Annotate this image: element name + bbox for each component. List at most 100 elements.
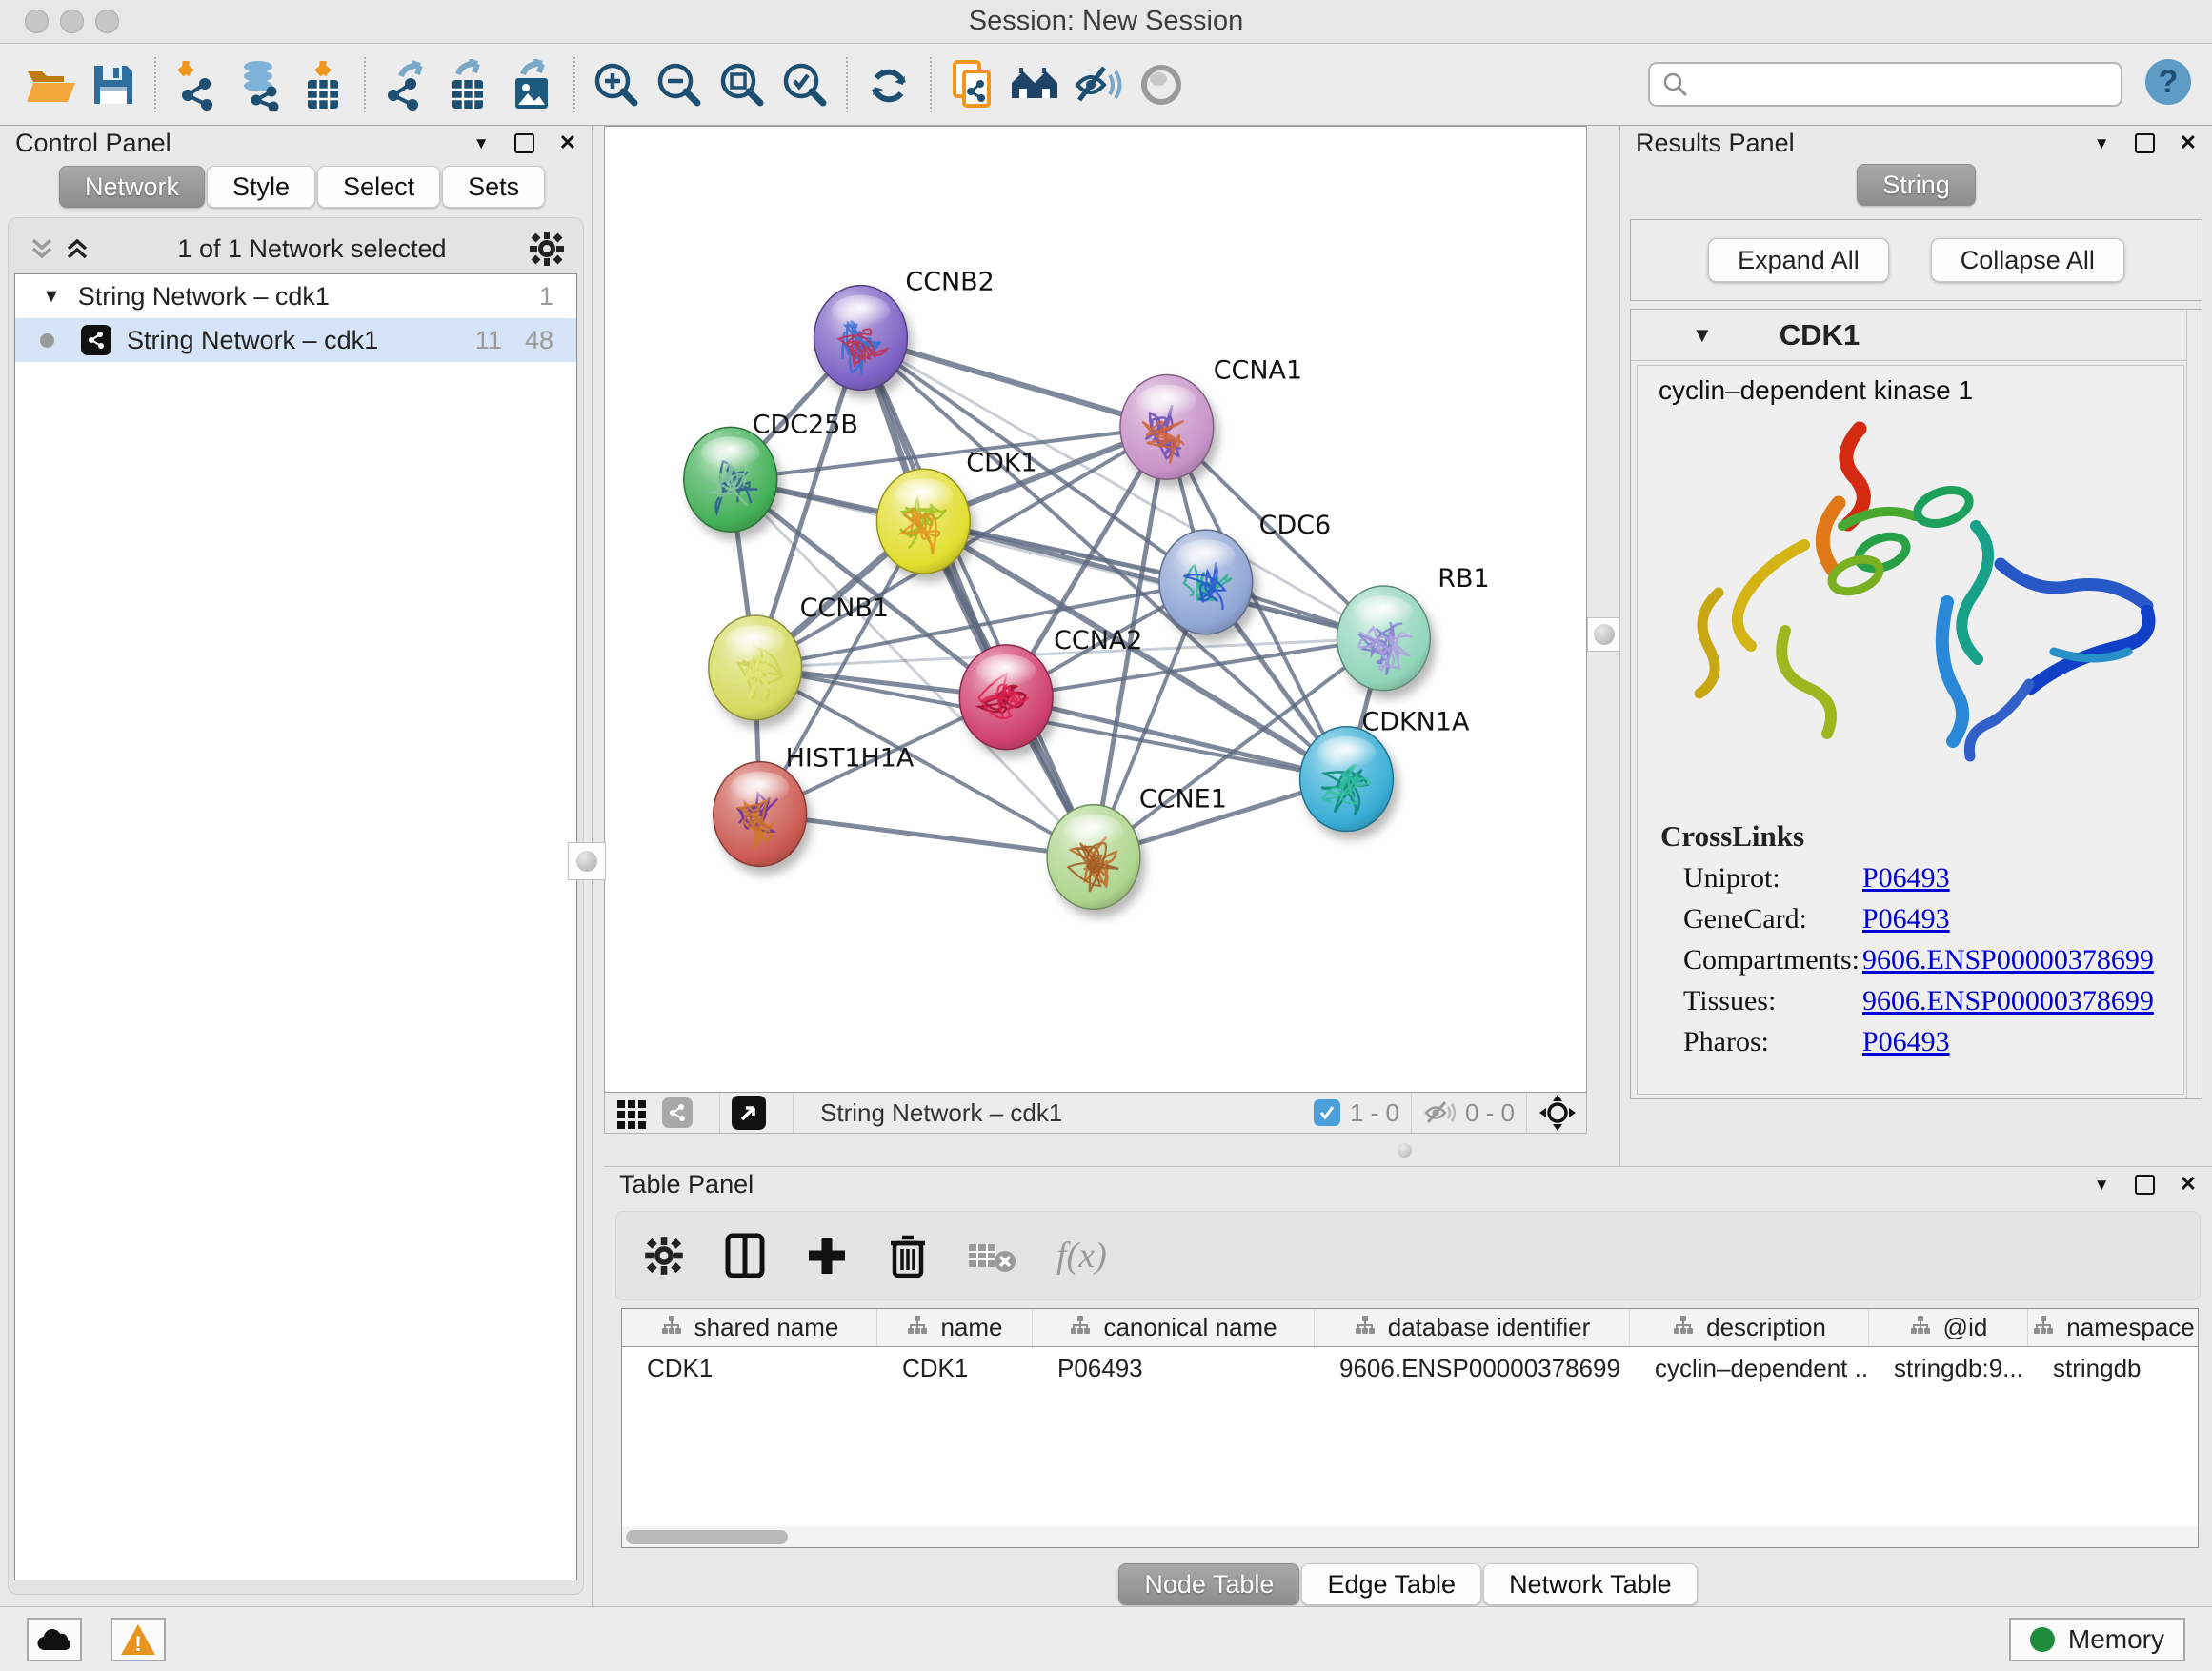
network-node-ccnb1[interactable]: CCNB1 bbox=[709, 594, 889, 720]
column-header[interactable]: canonical name bbox=[1033, 1309, 1315, 1346]
scrollbar-thumb[interactable] bbox=[626, 1530, 788, 1544]
network-node-cdkn1a[interactable]: CDKN1A bbox=[1300, 708, 1470, 832]
panel-close-icon[interactable]: ✕ bbox=[2180, 1174, 2197, 1195]
search-field[interactable] bbox=[1648, 62, 2122, 107]
column-header[interactable]: shared name bbox=[622, 1309, 877, 1346]
table-cell[interactable]: P06493 bbox=[1033, 1354, 1315, 1383]
zoom-out-button[interactable] bbox=[648, 51, 711, 118]
memory-button[interactable]: Memory bbox=[2009, 1618, 2185, 1661]
network-canvas[interactable]: CCNB2CCNA1CDC25BCDK1CDC6RB1CCNB1CCNA2CDK… bbox=[604, 126, 1587, 1093]
table-cell[interactable]: 9606.ENSP00000378699 bbox=[1315, 1354, 1630, 1383]
column-header[interactable]: database identifier bbox=[1315, 1309, 1630, 1346]
expand-all-button[interactable]: Expand All bbox=[1708, 238, 1889, 282]
hidden-eye-icon[interactable] bbox=[1423, 1099, 1456, 1126]
add-column-plus-icon[interactable] bbox=[805, 1234, 849, 1278]
search-input[interactable] bbox=[1699, 70, 2109, 99]
hide-panel-button[interactable] bbox=[1067, 51, 1130, 118]
open-in-new-window-icon[interactable] bbox=[732, 1096, 766, 1130]
tab-sets[interactable]: Sets bbox=[442, 166, 545, 208]
network-edge[interactable] bbox=[860, 338, 1094, 857]
bottom-splitter-handle[interactable] bbox=[1398, 1143, 1412, 1158]
table-cell[interactable]: cyclin–dependent ... bbox=[1630, 1354, 1869, 1383]
crosslink-link[interactable]: 9606.ENSP00000378699 bbox=[1862, 944, 2154, 976]
panel-float-icon[interactable] bbox=[2135, 1175, 2155, 1195]
selected-checkbox-icon[interactable] bbox=[1314, 1099, 1340, 1126]
import-database-button[interactable] bbox=[229, 51, 292, 118]
network-node-ccna1[interactable]: CCNA1 bbox=[1120, 355, 1302, 479]
panel-close-icon[interactable]: ✕ bbox=[2180, 132, 2197, 153]
tab-node-table[interactable]: Node Table bbox=[1118, 1563, 1299, 1605]
maximize-window-button[interactable] bbox=[95, 10, 119, 33]
open-session-button[interactable] bbox=[19, 51, 82, 118]
network-node-ccne1[interactable]: CCNE1 bbox=[1047, 785, 1227, 910]
tab-network[interactable]: Network bbox=[59, 166, 205, 208]
tab-style[interactable]: Style bbox=[207, 166, 315, 208]
crosslink-link[interactable]: 9606.ENSP00000378699 bbox=[1862, 985, 2154, 1017]
crosslink-link[interactable]: P06493 bbox=[1862, 1026, 1950, 1058]
show-all-networks-button[interactable] bbox=[1004, 51, 1067, 118]
network-edge[interactable] bbox=[860, 338, 1166, 428]
zoom-in-button[interactable] bbox=[585, 51, 648, 118]
panel-float-icon[interactable] bbox=[514, 133, 534, 153]
minimize-window-button[interactable] bbox=[60, 10, 84, 33]
function-builder-button[interactable]: f(x) bbox=[1056, 1235, 1107, 1277]
import-table-button[interactable] bbox=[292, 51, 354, 118]
fit-crosshair-icon[interactable] bbox=[1538, 1094, 1577, 1132]
column-header[interactable]: description bbox=[1630, 1309, 1869, 1346]
right-splitter-handle[interactable] bbox=[1587, 617, 1621, 652]
export-network-button[interactable] bbox=[375, 51, 438, 118]
network-edge[interactable] bbox=[760, 815, 1094, 857]
panel-collapse-icon[interactable]: ▼ bbox=[473, 135, 490, 151]
panel-close-icon[interactable]: ✕ bbox=[559, 132, 576, 153]
column-header[interactable]: @id bbox=[1869, 1309, 2028, 1346]
gene-section-header[interactable]: ▼ CDK1 bbox=[1631, 310, 2202, 361]
show-columns-icon[interactable] bbox=[723, 1232, 767, 1279]
copy-style-button[interactable] bbox=[941, 51, 1004, 118]
delete-trash-icon[interactable] bbox=[887, 1232, 929, 1279]
cloud-status-button[interactable] bbox=[27, 1618, 82, 1661]
apply-layout-button[interactable] bbox=[857, 51, 920, 118]
help-button[interactable]: ? bbox=[2143, 57, 2193, 111]
section-caret-icon[interactable]: ▼ bbox=[1692, 323, 1713, 348]
import-network-button[interactable] bbox=[166, 51, 229, 118]
tab-string[interactable]: String bbox=[1857, 164, 1976, 206]
table-cell[interactable]: CDK1 bbox=[622, 1354, 877, 1383]
tab-network-table[interactable]: Network Table bbox=[1483, 1563, 1698, 1605]
birdseye-grid-icon[interactable] bbox=[614, 1096, 649, 1130]
save-session-button[interactable] bbox=[82, 51, 145, 118]
export-table-button[interactable] bbox=[438, 51, 501, 118]
network-row-selected[interactable]: String Network – cdk1 11 48 bbox=[15, 318, 576, 362]
gear-icon[interactable] bbox=[528, 230, 566, 268]
table-cell[interactable]: stringdb bbox=[2028, 1354, 2199, 1383]
panel-collapse-icon[interactable]: ▼ bbox=[2094, 135, 2110, 151]
tab-select[interactable]: Select bbox=[317, 166, 440, 208]
delete-table-icon[interactable] bbox=[967, 1237, 1018, 1275]
appearance-sphere-button[interactable] bbox=[1130, 51, 1193, 118]
table-settings-gear-icon[interactable] bbox=[643, 1235, 685, 1277]
table-row[interactable]: CDK1CDK1P064939606.ENSP00000378699cyclin… bbox=[622, 1347, 2198, 1389]
network-node-rb1[interactable]: RB1 bbox=[1337, 564, 1489, 691]
network-node-hist1h1a[interactable]: HIST1H1A bbox=[714, 744, 915, 867]
collapse-all-icon[interactable] bbox=[26, 234, 58, 263]
expand-all-icon[interactable] bbox=[58, 234, 96, 263]
table-cell[interactable]: stringdb:9... bbox=[1869, 1354, 2028, 1383]
close-window-button[interactable] bbox=[25, 10, 49, 33]
collapse-all-button[interactable]: Collapse All bbox=[1931, 238, 2124, 282]
results-scrollbar[interactable] bbox=[2186, 310, 2202, 1098]
column-header[interactable]: namespace bbox=[2028, 1309, 2199, 1346]
column-header[interactable]: name bbox=[877, 1309, 1033, 1346]
tree-caret-icon[interactable]: ▼ bbox=[42, 286, 61, 308]
warnings-button[interactable]: ! bbox=[111, 1618, 166, 1661]
zoom-selected-button[interactable] bbox=[774, 51, 836, 118]
panel-collapse-icon[interactable]: ▼ bbox=[2094, 1177, 2110, 1193]
table-cell[interactable]: CDK1 bbox=[877, 1354, 1033, 1383]
crosslink-link[interactable]: P06493 bbox=[1862, 903, 1950, 936]
network-collection-row[interactable]: ▼ String Network – cdk1 1 bbox=[15, 274, 576, 318]
table-hscrollbar[interactable] bbox=[622, 1526, 2198, 1547]
network-node-cdk1[interactable]: CDK1 bbox=[876, 448, 1036, 574]
zoom-fit-button[interactable] bbox=[711, 51, 774, 118]
left-splitter-handle[interactable] bbox=[568, 842, 606, 880]
tab-edge-table[interactable]: Edge Table bbox=[1301, 1563, 1481, 1605]
panel-float-icon[interactable] bbox=[2135, 133, 2155, 153]
export-image-button[interactable] bbox=[501, 51, 564, 118]
